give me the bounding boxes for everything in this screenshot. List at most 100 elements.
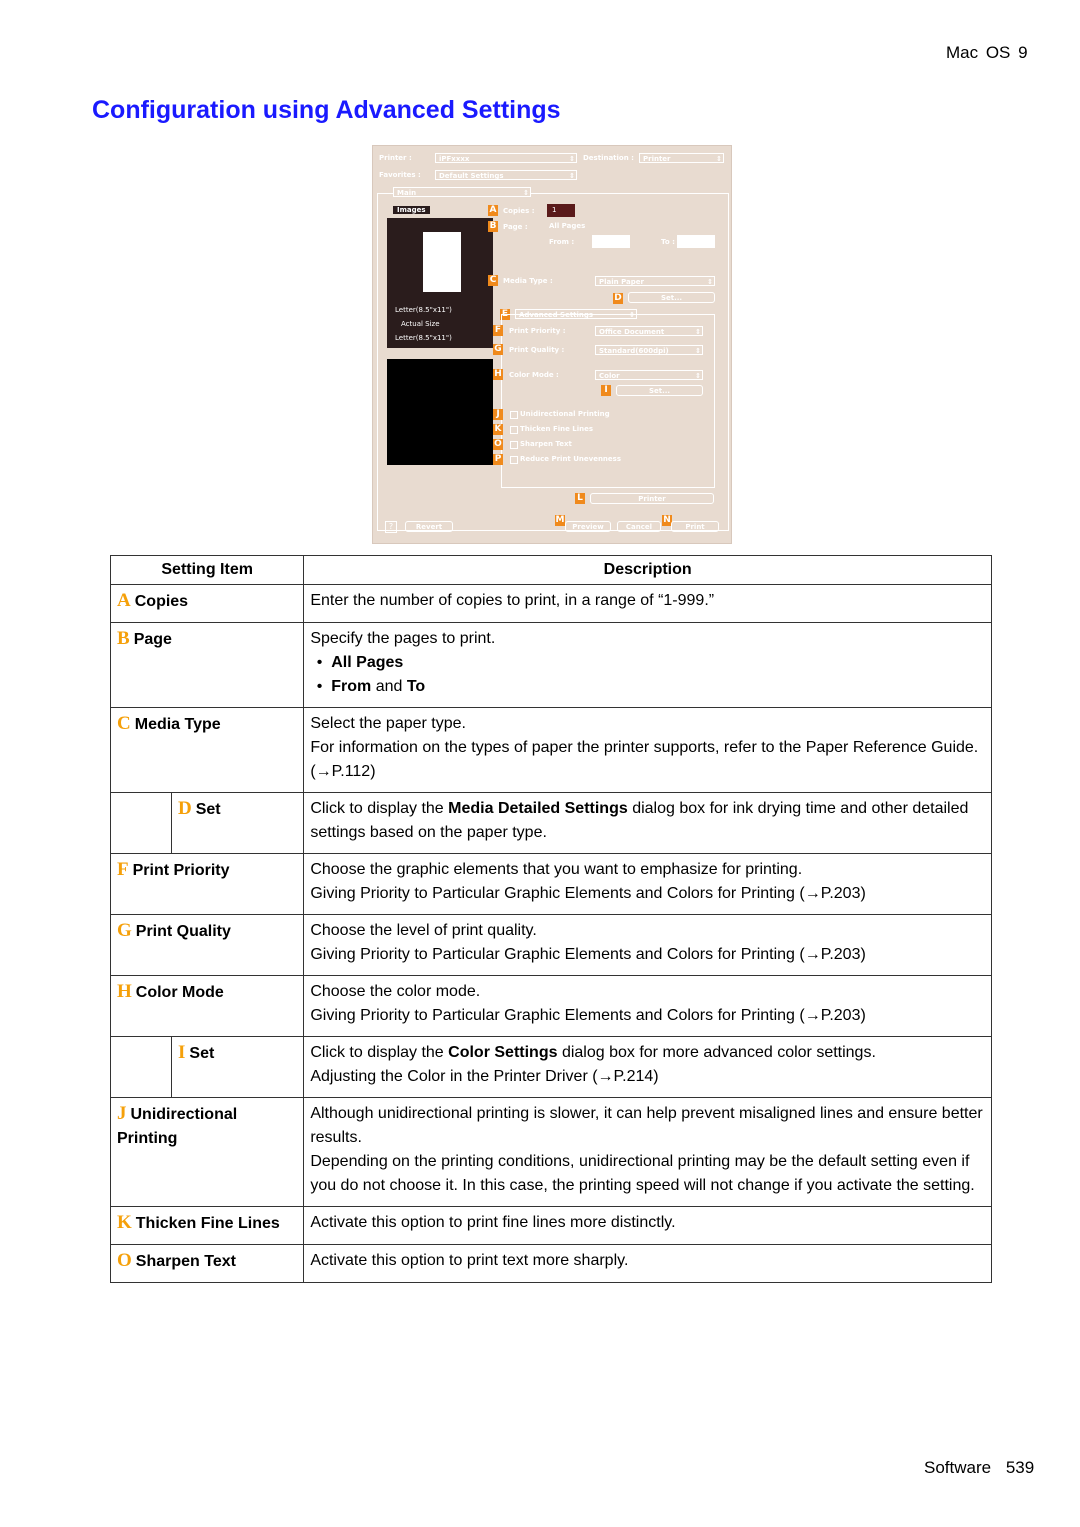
item-name: Color Mode <box>135 984 224 1001</box>
table-row: H Color Mode Choose the color mode. Giving … <box>109 975 992 1037</box>
page-label: Page : <box>503 223 528 231</box>
unidirectional-label: Unidirectional Printing <box>520 410 610 418</box>
printer-label: Printer : <box>379 154 412 162</box>
description-cell: Select the paper type. For information on… <box>303 707 992 793</box>
revert-button[interactable]: Revert <box>405 521 453 532</box>
print-priority-label: Print Priority : <box>509 327 566 335</box>
item-letter: I <box>178 1042 186 1063</box>
help-icon[interactable]: ? <box>385 521 397 533</box>
print-button[interactable]: Print <box>671 521 719 532</box>
page-title: Configuration using Advanced Settings <box>92 96 561 124</box>
printer-select[interactable]: iPFxxxx <box>435 153 577 164</box>
bullet-item: • From and To <box>312 678 426 695</box>
item-name: Sharpen Text <box>135 1253 236 1270</box>
layout-preview: Letter(8.5"x11") Actual Size Letter(8.5"… <box>387 218 493 348</box>
description-line: Giving Priority to Particular Graphic El… <box>310 1007 866 1024</box>
tab-images[interactable]: Images <box>393 206 430 214</box>
media-set-button[interactable]: Set... <box>628 292 715 303</box>
from-input[interactable] <box>592 235 630 248</box>
table-row: I Set Click to display the Color Settings … <box>110 1036 992 1098</box>
description-cell: Click to display the Media Detailed Sett… <box>303 792 992 854</box>
paper-info-1: Letter(8.5"x11") <box>395 306 452 314</box>
description-line: Depending on the printing conditions, un… <box>310 1153 975 1194</box>
to-input[interactable] <box>677 235 715 248</box>
col-setting-item: Setting Item <box>109 555 305 585</box>
description-cell: Enter the number of copies to print, in … <box>303 584 992 623</box>
badge-f: F <box>493 325 503 336</box>
sharpen-label: Sharpen Text <box>520 440 572 448</box>
setting-cell: O Sharpen Text <box>109 1244 305 1283</box>
unidirectional-checkbox[interactable] <box>510 411 518 419</box>
item-name: Set <box>195 801 221 818</box>
setting-cell: G Print Quality <box>109 914 305 976</box>
description-cell: Specify the pages to print. • All Pages … <box>303 622 992 708</box>
page-footer: Software 539 <box>924 1458 1034 1478</box>
color-mode-label: Color Mode : <box>509 371 559 379</box>
description-cell: Click to display the Color Settings dial… <box>303 1036 992 1098</box>
color-mode-select[interactable]: Color <box>595 370 703 381</box>
setting-cell: F Print Priority <box>109 853 305 915</box>
all-pages-radio[interactable]: All Pages <box>549 222 585 230</box>
description-line: For information on the types of paper th… <box>310 739 979 780</box>
table-row: J Unidirectional Printing Although unidire… <box>109 1097 992 1207</box>
item-name: Copies <box>134 593 189 610</box>
reduce-unevenness-checkbox[interactable] <box>510 456 518 464</box>
actual-size: Actual Size <box>401 320 440 328</box>
description-line: Choose the level of print quality. <box>310 922 537 939</box>
description-cell: Choose the color mode. Giving Priority to… <box>303 975 992 1037</box>
setting-cell: K Thicken Fine Lines <box>109 1206 305 1245</box>
badge-g: G <box>493 344 503 355</box>
description-cell: Activate this option to print fine lines… <box>303 1206 992 1245</box>
table-row: D Set Click to display the Media Detailed … <box>110 792 992 854</box>
print-quality-select[interactable]: Standard(600dpi) <box>595 345 703 356</box>
item-letter: G <box>117 920 132 941</box>
media-type-select[interactable]: Plain Paper <box>595 276 715 287</box>
setting-cell: I Set <box>170 1036 305 1098</box>
copies-input[interactable]: 1 <box>547 204 575 217</box>
copies-label: Copies : <box>503 207 535 215</box>
printer-dialog-screenshot: Printer : iPFxxxx Destination : Printer … <box>372 145 732 544</box>
panel-select[interactable]: Main <box>393 187 531 198</box>
item-name: Media Type <box>134 716 221 733</box>
item-name: Unidirectional Printing <box>117 1106 238 1147</box>
description-line: Specify the pages to print. <box>310 630 496 647</box>
badge-d: D <box>613 293 623 304</box>
item-name: Print Priority <box>132 862 230 879</box>
destination-select[interactable]: Printer <box>639 153 724 164</box>
table-header: Setting Item Description <box>109 555 992 585</box>
item-letter: C <box>117 713 131 734</box>
description-line: Enter the number of copies to print, in … <box>310 592 715 609</box>
table-row: O Sharpen Text Activate this option to pri… <box>109 1244 992 1283</box>
description-line: Click to display the Color Settings dial… <box>310 1044 876 1061</box>
badge-l: L <box>575 493 585 504</box>
col-description: Description <box>303 555 992 585</box>
from-radio[interactable]: From : <box>549 238 574 246</box>
favorites-select[interactable]: Default Settings <box>435 170 577 181</box>
badge-b: B <box>488 221 498 232</box>
setting-cell: A Copies <box>109 584 305 623</box>
table-row: B Page Specify the pages to print. • All P… <box>109 622 992 708</box>
item-letter: J <box>117 1103 127 1124</box>
os-label: Mac OS 9 <box>946 43 1028 62</box>
thicken-checkbox[interactable] <box>510 426 518 434</box>
reduce-unevenness-label: Reduce Print Unevenness <box>520 455 621 463</box>
manual-page: Mac OS 9 Configuration using Advanced Se… <box>0 0 1080 1527</box>
color-set-button[interactable]: Set... <box>616 385 703 396</box>
print-quality-label: Print Quality : <box>509 346 565 354</box>
item-name: Set <box>189 1045 215 1062</box>
cancel-button[interactable]: Cancel <box>617 521 661 532</box>
badge-c: C <box>488 275 498 286</box>
to-label: To : <box>661 238 675 246</box>
printer-button[interactable]: Printer <box>590 493 714 504</box>
description-line: Choose the color mode. <box>310 983 481 1000</box>
sharpen-checkbox[interactable] <box>510 441 518 449</box>
preview-button[interactable]: Preview <box>565 521 611 532</box>
indent-cell <box>110 1036 172 1098</box>
badge-k: K <box>493 424 503 435</box>
print-priority-select[interactable]: Office Document <box>595 326 703 337</box>
description-line: Choose the graphic elements that you wan… <box>310 861 803 878</box>
description-line: Click to display the Media Detailed Sett… <box>310 800 969 841</box>
item-name: Thicken Fine Lines <box>135 1215 280 1232</box>
badge-j: J <box>493 409 503 420</box>
description-cell: Activate this option to print text more … <box>303 1244 992 1283</box>
